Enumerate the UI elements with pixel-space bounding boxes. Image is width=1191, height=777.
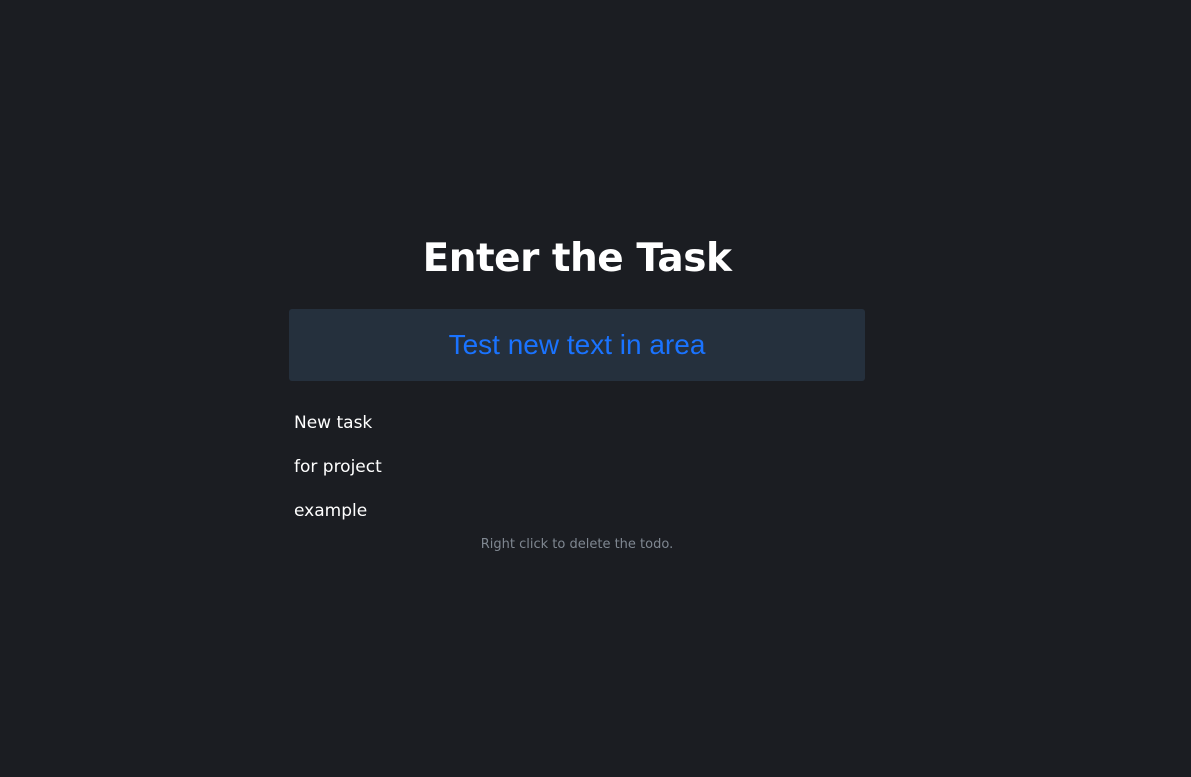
todo-item[interactable]: New task (289, 401, 865, 445)
todo-item[interactable]: example (289, 489, 865, 533)
todo-item[interactable]: for project (289, 445, 865, 489)
todo-list: New task for project example (289, 401, 865, 533)
todo-app: Enter the Task New task for project exam… (289, 228, 865, 557)
task-input[interactable] (289, 309, 865, 381)
page-title: Enter the Task (422, 236, 732, 281)
delete-hint: Right click to delete the todo. (480, 537, 674, 552)
